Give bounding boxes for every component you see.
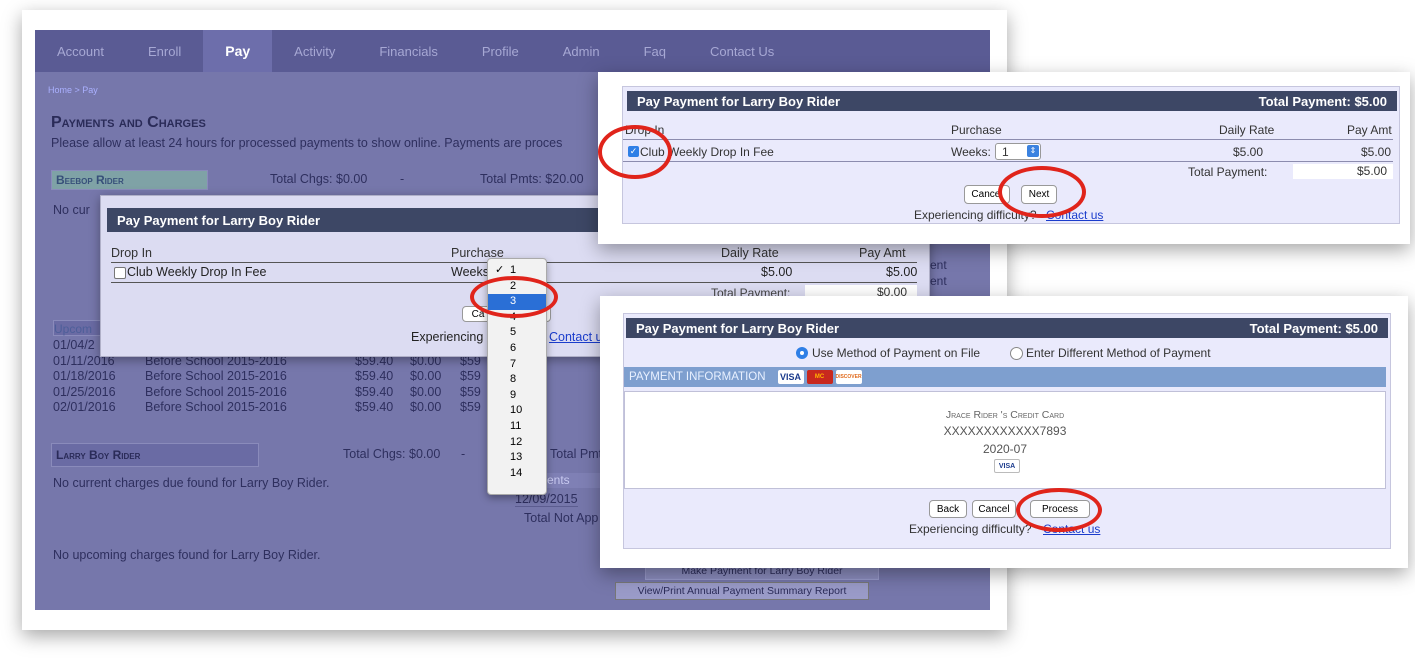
panel1-title: Pay Payment for Larry Boy Rider <box>637 93 841 109</box>
card-on-file-box: Jrace Rider 's Credit Card XXXXXXXXXXXX7… <box>624 391 1386 489</box>
option-different-label: Enter Different Method of Payment <box>1026 346 1211 360</box>
page-title: Payments and Charges <box>51 114 206 131</box>
beebop-side-text-2: ent <box>930 274 947 288</box>
larry-name-bar: Larry Boy Rider <box>51 443 259 467</box>
item-label: Club Weekly Drop In Fee <box>127 265 267 279</box>
modal-difficulty: Experiencing <box>411 330 484 344</box>
beebop-name-bar: Beebop Rider <box>51 170 208 190</box>
beebop-dash: - <box>400 172 405 186</box>
panel1-table-header: Drop In Purchase Daily Rate Pay Amt <box>623 123 1393 140</box>
item-rate: $5.00 <box>761 265 793 279</box>
upcoming-label: Upcom <box>54 322 93 336</box>
table-row: 01/18/2016 Before School 2015-2016 $59.40 $… <box>53 369 481 383</box>
nav-pay[interactable]: Pay <box>203 30 273 72</box>
panel2-header: Pay Payment for Larry Boy Rider Total Pa… <box>626 318 1388 338</box>
card-expiration: 2020-07 <box>982 442 1028 456</box>
weeks-select[interactable]: 1 ⇕ <box>995 143 1041 160</box>
beebop-total-pmts: Total Pmts: $20.00 <box>480 172 584 186</box>
nav-admin[interactable]: Admin <box>541 30 622 72</box>
table-row: 02/01/2016 Before School 2015-2016 $59.40 $… <box>53 400 481 414</box>
col-pay-amt: Pay Amt <box>1347 123 1392 137</box>
item-amt: $5.00 <box>1361 145 1392 159</box>
radio-on-file[interactable] <box>796 347 808 359</box>
item-amt: $5.00 <box>886 265 918 279</box>
panel2-cancel-button[interactable]: Cancel <box>972 500 1016 518</box>
visa-icon: VISA <box>777 370 804 384</box>
larry-no-current: No current charges due found for Larry B… <box>53 476 330 490</box>
drop-in-checkbox[interactable] <box>114 267 126 279</box>
page-notice: Please allow at least 24 hours for proce… <box>51 136 563 150</box>
panel2-total: Total Payment: $5.00 <box>1249 320 1378 336</box>
card-holder-name: Jrace Rider 's Credit Card <box>945 409 1065 421</box>
larry-no-upcoming: No upcoming charges found for Larry Boy … <box>53 548 321 562</box>
dropdown-option[interactable]: 12 <box>488 435 546 451</box>
col-drop-in: Drop In <box>111 246 152 260</box>
dropdown-option[interactable]: 10 <box>488 403 546 419</box>
larry-total-pmts: Total Pmt <box>550 447 603 461</box>
modal-title: Pay Payment for Larry Boy Rider <box>117 212 321 228</box>
larry-name: Larry Boy Rider <box>56 448 141 462</box>
top-nav: Account Enroll Pay Activity Financials P… <box>35 30 990 72</box>
radio-different[interactable] <box>1010 347 1023 360</box>
panel1-item-row: ✓ Club Weekly Drop In Fee Weeks: 1 ⇕ $5.… <box>623 142 1393 162</box>
item-rate: $5.00 <box>1233 145 1264 159</box>
dropdown-option[interactable]: 6 <box>488 341 546 357</box>
col-purchase: Purchase <box>951 123 1002 137</box>
nav-enroll[interactable]: Enroll <box>126 30 203 72</box>
nav-contact-us[interactable]: Contact Us <box>688 30 796 72</box>
annual-report-button[interactable]: View/Print Annual Payment Summary Report <box>615 582 869 600</box>
highlight-ring-next <box>998 166 1086 218</box>
dropdown-option[interactable]: 11 <box>488 419 546 435</box>
highlight-ring-checkbox <box>598 125 672 179</box>
select-arrows-icon: ⇕ <box>1027 145 1039 157</box>
option-on-file-label: Use Method of Payment on File <box>812 346 981 360</box>
col-daily-rate: Daily Rate <box>1219 123 1275 137</box>
beebop-total-chgs: Total Chgs: $0.00 <box>270 172 368 186</box>
payment-info-label: PAYMENT INFORMATION <box>629 371 766 383</box>
beebop-name: Beebop Rider <box>56 173 124 187</box>
panel1-header: Pay Payment for Larry Boy Rider Total Pa… <box>627 91 1397 111</box>
nav-activity[interactable]: Activity <box>272 30 357 72</box>
panel2-title: Pay Payment for Larry Boy Rider <box>636 320 840 336</box>
modal-contact-link[interactable]: Contact u <box>549 330 603 344</box>
nav-account[interactable]: Account <box>35 30 126 72</box>
col-daily-rate: Daily Rate <box>721 246 779 260</box>
nav-financials[interactable]: Financials <box>357 30 460 72</box>
panel2-back-button[interactable]: Back <box>929 500 967 518</box>
beebop-upcoming-header: Upcom <box>53 320 103 336</box>
dropdown-option[interactable]: 9 <box>488 388 546 404</box>
payment-info-bar: PAYMENT INFORMATION VISA MC DISCOVER <box>624 367 1386 387</box>
dropdown-option[interactable]: 7 <box>488 357 546 373</box>
weeks-value: 1 <box>1002 145 1009 159</box>
mastercard-icon: MC <box>806 370 833 384</box>
highlight-ring-option-3 <box>470 276 558 318</box>
col-pay-amt: Pay Amt <box>859 246 906 260</box>
panel2-difficulty: Experiencing difficulty? <box>909 522 1032 536</box>
highlight-ring-process <box>1016 488 1102 532</box>
larry-dash: - <box>461 447 466 461</box>
dropdown-option[interactable]: 8 <box>488 372 546 388</box>
table-row: 01/25/2016 Before School 2015-2016 $59.40 $… <box>53 384 481 399</box>
weeks-label: Weeks <box>451 265 489 279</box>
card-number: XXXXXXXXXXXX7893 <box>943 424 1067 438</box>
panel1-total: Total Payment: $5.00 <box>1258 93 1387 109</box>
panel1-total-label: Total Payment: <box>1188 165 1294 179</box>
weeks-label: Weeks: <box>951 145 991 159</box>
larry-not-applied: Total Not App <box>524 511 599 525</box>
beebop-no-current: No cur <box>53 203 90 217</box>
nav-profile[interactable]: Profile <box>460 30 541 72</box>
larry-total-chgs: Total Chgs: $0.00 <box>343 447 441 461</box>
discover-icon: DISCOVER <box>835 370 862 384</box>
dropdown-option[interactable]: 5 <box>488 325 546 341</box>
dropdown-option[interactable]: 13 <box>488 450 546 466</box>
panel1-total-value: $5.00 <box>1293 164 1393 179</box>
nav-faq[interactable]: Faq <box>622 30 688 72</box>
breadcrumb[interactable]: Home > Pay <box>48 85 98 95</box>
dropdown-option[interactable]: 14 <box>488 466 546 482</box>
beebop-side-text-1: ent <box>930 258 947 272</box>
card-brand-visa-icon: VISA <box>994 459 1020 473</box>
panel-payment-method: Pay Payment for Larry Boy Rider Total Pa… <box>623 313 1391 549</box>
